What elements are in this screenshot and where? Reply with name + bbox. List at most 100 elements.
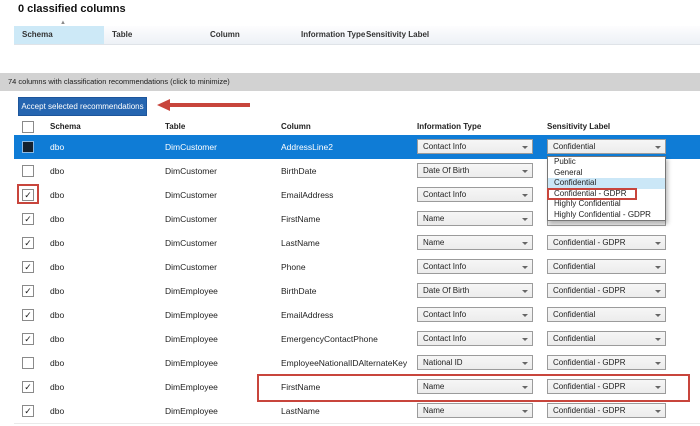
information-type-select[interactable]: Contact Info bbox=[417, 259, 533, 274]
annotation-arrow-shaft bbox=[170, 103, 250, 107]
table-row[interactable]: ✓dboDimCustomerPhoneContact InfoConfiden… bbox=[14, 255, 700, 280]
cell-column: EmployeeNationalIDAlternateKey bbox=[281, 351, 407, 375]
table-row[interactable]: dboDimEmployeeEmployeeNationalIDAlternat… bbox=[14, 351, 700, 376]
classified-header-schema[interactable]: Schema bbox=[22, 26, 53, 44]
chevron-down-icon bbox=[522, 410, 528, 413]
table-row[interactable]: ✓ dbo DimEmployee LastName Name Confidential … bbox=[14, 399, 700, 424]
cell-table: DimEmployee bbox=[165, 327, 218, 351]
cell-column: BirthDate bbox=[281, 279, 316, 303]
chevron-down-icon bbox=[655, 314, 661, 317]
chevron-down-icon bbox=[522, 314, 528, 317]
chevron-down-icon bbox=[522, 338, 528, 341]
information-type-select[interactable]: Date Of Birth bbox=[417, 283, 533, 298]
row-checkbox[interactable] bbox=[22, 141, 34, 153]
row-checkbox[interactable]: ✓ bbox=[22, 381, 34, 393]
rec-header-table: Table bbox=[165, 119, 185, 135]
row-checkbox[interactable]: ✓ bbox=[22, 309, 34, 321]
information-type-select[interactable]: Contact Info bbox=[417, 139, 533, 154]
sensitivity-label-select[interactable]: Confidential - GDPR bbox=[547, 355, 666, 370]
chevron-down-icon bbox=[655, 266, 661, 269]
table-row[interactable]: ✓dboDimEmployeeEmergencyContactPhoneCont… bbox=[14, 327, 700, 352]
chevron-down-icon bbox=[522, 242, 528, 245]
chevron-down-icon bbox=[655, 146, 661, 149]
cell-table: DimCustomer bbox=[165, 207, 217, 231]
sensitivity-label-select[interactable]: Confidential bbox=[547, 307, 666, 322]
cell-schema: dbo bbox=[50, 399, 64, 423]
sensitivity-label-select[interactable]: Confidential bbox=[547, 259, 666, 274]
cell-column: FirstName bbox=[281, 207, 320, 231]
row-checkbox[interactable]: ✓ bbox=[22, 333, 34, 345]
row-checkbox[interactable]: ✓ bbox=[22, 285, 34, 297]
table-row[interactable]: ✓dboDimEmployeeBirthDateDate Of BirthCon… bbox=[14, 279, 700, 304]
cell-table: DimEmployee bbox=[165, 399, 218, 423]
sensitivity-label-select[interactable]: Confidential bbox=[547, 139, 666, 154]
cell-table: DimEmployee bbox=[165, 279, 218, 303]
chevron-down-icon bbox=[655, 362, 661, 365]
cell-schema: dbo bbox=[50, 303, 64, 327]
information-type-select[interactable]: Date Of Birth bbox=[417, 163, 533, 178]
sort-indicator-icon: ▲ bbox=[60, 20, 66, 26]
row-checkbox[interactable] bbox=[22, 357, 34, 369]
information-type-select[interactable]: Contact Info bbox=[417, 307, 533, 322]
chevron-down-icon bbox=[655, 338, 661, 341]
sensitivity-label-select[interactable]: Confidential - GDPR bbox=[547, 283, 666, 298]
dropdown-option[interactable]: General bbox=[548, 168, 665, 179]
cell-table: DimEmployee bbox=[165, 303, 218, 327]
chevron-down-icon bbox=[655, 242, 661, 245]
sensitivity-label-select[interactable]: Confidential - GDPR bbox=[547, 235, 666, 250]
cell-table: DimCustomer bbox=[165, 159, 217, 183]
cell-schema: dbo bbox=[50, 375, 64, 399]
sensitivity-label-select[interactable]: Confidential bbox=[547, 331, 666, 346]
row-checkbox[interactable]: ✓ bbox=[22, 405, 34, 417]
cell-table: DimEmployee bbox=[165, 375, 218, 399]
dropdown-option[interactable]: Highly Confidential - GDPR bbox=[548, 210, 665, 221]
chevron-down-icon bbox=[655, 290, 661, 293]
classified-header-column[interactable]: Column bbox=[210, 26, 240, 44]
select-all-checkbox[interactable] bbox=[22, 121, 34, 133]
row-checkbox[interactable]: ✓ bbox=[22, 261, 34, 273]
classified-header-table[interactable]: Table bbox=[112, 26, 132, 44]
accept-recommendations-button[interactable]: Accept selected recommendations bbox=[18, 97, 147, 116]
dropdown-option[interactable]: Highly Confidential bbox=[548, 199, 665, 210]
table-row[interactable]: ✓ dbo DimEmployee EmailAddress Contact Info C… bbox=[14, 303, 700, 328]
cell-column: EmergencyContactPhone bbox=[281, 327, 378, 351]
classified-count-title: 0 classified columns bbox=[18, 3, 126, 15]
sensitivity-dropdown-list: PublicGeneralConfidentialConfidential - … bbox=[547, 156, 666, 221]
row-checkbox[interactable]: ✓ bbox=[22, 213, 34, 225]
dropdown-option[interactable]: Public bbox=[548, 157, 665, 168]
chevron-down-icon bbox=[522, 362, 528, 365]
annotation-box-dropdown-option bbox=[547, 188, 637, 201]
information-type-select[interactable]: Contact Info bbox=[417, 331, 533, 346]
chevron-down-icon bbox=[522, 146, 528, 149]
cell-table: DimEmployee bbox=[165, 351, 218, 375]
sensitivity-label-select[interactable]: Confidential - GDPR bbox=[547, 403, 666, 418]
annotation-box-checkbox bbox=[17, 184, 39, 204]
information-type-select[interactable]: Name bbox=[417, 403, 533, 418]
cell-schema: dbo bbox=[50, 159, 64, 183]
classified-table-header: ▲ Schema Table Column Information Type S… bbox=[14, 26, 700, 45]
cell-schema: dbo bbox=[50, 135, 64, 159]
information-type-select[interactable]: Name bbox=[417, 235, 533, 250]
rec-header-info-type: Information Type bbox=[417, 119, 481, 135]
recommendations-banner[interactable]: 74 columns with classification recommend… bbox=[0, 73, 700, 91]
classified-header-info-type[interactable]: Information Type bbox=[301, 26, 365, 44]
information-type-select[interactable]: Name bbox=[417, 211, 533, 226]
information-type-select[interactable]: National ID bbox=[417, 355, 533, 370]
information-type-select[interactable]: Contact Info bbox=[417, 187, 533, 202]
cell-column: EmailAddress bbox=[281, 183, 333, 207]
cell-column: AddressLine2 bbox=[281, 135, 333, 159]
cell-column: LastName bbox=[281, 231, 320, 255]
cell-schema: dbo bbox=[50, 255, 64, 279]
cell-column: LastName bbox=[281, 399, 320, 423]
table-row[interactable]: ✓dboDimCustomerLastNameNameConfidential … bbox=[14, 231, 700, 256]
chevron-down-icon bbox=[655, 410, 661, 413]
row-checkbox[interactable]: ✓ bbox=[22, 237, 34, 249]
rec-header-sensitivity: Sensitivity Label bbox=[547, 119, 610, 135]
cell-column: EmailAddress bbox=[281, 303, 333, 327]
row-checkbox[interactable] bbox=[22, 165, 34, 177]
cell-column: Phone bbox=[281, 255, 306, 279]
recommendations-table-header: Schema Table Column Information Type Sen… bbox=[14, 119, 700, 135]
chevron-down-icon bbox=[522, 170, 528, 173]
classified-header-sensitivity[interactable]: Sensitivity Label bbox=[366, 26, 429, 44]
cell-schema: dbo bbox=[50, 231, 64, 255]
